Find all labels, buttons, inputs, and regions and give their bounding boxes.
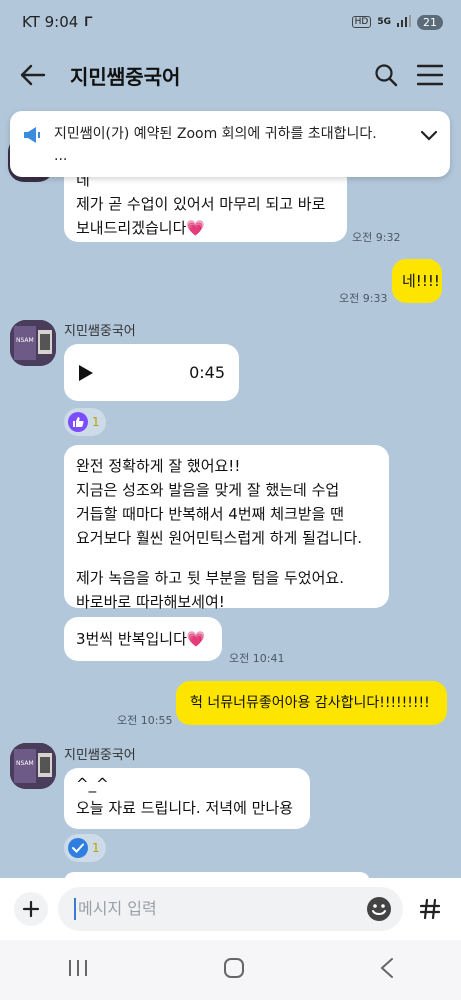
my-message-bubble[interactable]: 네!!!! xyxy=(392,259,442,303)
sender-name: 지민쌤중국어 xyxy=(64,748,136,763)
voice-duration: 0:45 xyxy=(189,362,225,382)
network-icon: 5G xyxy=(377,17,391,27)
emoji-icon[interactable] xyxy=(365,895,393,923)
menu-icon[interactable] xyxy=(413,58,447,92)
reaction-badge[interactable]: 1 xyxy=(64,834,106,862)
avatar[interactable]: NSAM xyxy=(10,743,56,789)
search-icon[interactable] xyxy=(369,58,403,92)
message-bubble[interactable]: 3번씩 반복입니다💗 xyxy=(64,617,222,661)
notice-text: 지민쌤이(가) 예약된 Zoom 회의에 귀하를 초대합니다. ... xyxy=(54,123,420,167)
notice-message: 지민쌤이(가) 예약된 Zoom 회의에 귀하를 초대합니다. xyxy=(54,126,377,142)
reaction-count: 1 xyxy=(92,841,100,855)
message-line: 오늘 자료 드립니다. 저녁에 만나용 xyxy=(76,799,294,817)
plus-icon[interactable] xyxy=(14,892,48,926)
message-input-placeholder: 메시지 입력 xyxy=(74,898,365,920)
status-time: KT 9:04 xyxy=(22,13,79,31)
message-line: 거듭할 때마다 반복해서 4번째 체크받을 땐 xyxy=(76,505,344,523)
megaphone-icon xyxy=(22,125,42,149)
voice-message[interactable]: 0:45 xyxy=(64,344,239,401)
message-text: 네!!!! xyxy=(402,272,440,290)
message-line: 제가 녹음을 하고 뒷 부분을 텀을 두었어요. xyxy=(76,569,344,587)
message-time: 오전 10:41 xyxy=(229,652,285,665)
message-line: 바로바로 따라해보세여! xyxy=(76,593,225,611)
message-bubble[interactable]: 완전 정확하게 잘 했어요!! 지금은 성조와 발음을 맞게 잘 했는데 수업 … xyxy=(64,445,389,611)
home-icon[interactable] xyxy=(222,956,246,984)
notice-ellipsis: ... xyxy=(54,148,68,164)
avatar[interactable]: NSAM xyxy=(10,320,56,366)
notice-banner[interactable]: 지민쌤이(가) 예약된 Zoom 회의에 귀하를 초대합니다. ... xyxy=(10,111,450,177)
sender-name: 지민쌤중국어 xyxy=(64,324,136,339)
message-input-bar: 메시지 입력 xyxy=(0,878,461,940)
message-time: 오전 10:55 xyxy=(117,714,173,727)
svg-text:NSAM: NSAM xyxy=(16,760,34,767)
message-text: 헉 너뮤너뮤좋어아용 감사합니다!!!!!!!!! xyxy=(190,695,430,711)
status-right: HD 5G 21 xyxy=(351,14,443,30)
message-line: 완전 정확하게 잘 했어요!! xyxy=(76,457,241,475)
message-time: 오전 9:33 xyxy=(339,292,388,305)
svg-text:NSAM: NSAM xyxy=(16,337,34,344)
message-line: ^_^ xyxy=(76,775,109,793)
check-icon xyxy=(68,838,88,858)
reaction-badge[interactable]: 1 xyxy=(64,408,106,436)
reaction-count: 1 xyxy=(92,415,100,429)
my-message-bubble[interactable]: 헉 너뮤너뮤좋어아용 감사합니다!!!!!!!!! xyxy=(176,681,447,725)
message-bubble[interactable]: ^_^ 오늘 자료 드립니다. 저녁에 만나용 xyxy=(64,768,310,829)
message-input[interactable]: 메시지 입력 xyxy=(58,887,403,931)
message-line: 제가 곧 수업이 있어서 마무리 되고 바로 xyxy=(76,195,326,213)
hd-icon: HD xyxy=(351,16,372,28)
recent-apps-icon[interactable] xyxy=(67,958,89,982)
back-icon[interactable] xyxy=(379,957,395,983)
chat-title: 지민쌤중국어 xyxy=(70,64,181,89)
hash-icon[interactable] xyxy=(413,892,447,926)
message-text: 3번씩 반복입니다💗 xyxy=(76,630,206,648)
message-line: 지금은 성조와 발음을 맞게 잘 했는데 수업 xyxy=(76,481,340,499)
back-arrow-icon[interactable] xyxy=(20,61,48,89)
signal-icon xyxy=(397,14,411,30)
battery-indicator: 21 xyxy=(417,14,443,30)
chevron-down-icon[interactable] xyxy=(420,127,438,146)
chat-header: 지민쌤중국어 xyxy=(0,44,461,106)
notification-icon: 𝚪 xyxy=(84,14,93,30)
thumbs-up-icon xyxy=(68,412,88,432)
message-line: 보내드리겠습니다💗 xyxy=(76,219,206,237)
message-line: 요거보다 훨씬 원어민틱스럽게 하게 될겁니다. xyxy=(76,529,363,547)
status-left: KT 9:04 𝚪 xyxy=(22,13,93,31)
message-time: 오전 9:32 xyxy=(352,231,401,244)
play-icon[interactable] xyxy=(78,362,100,384)
system-nav-bar xyxy=(0,940,461,1000)
status-bar: KT 9:04 𝚪 HD 5G 21 xyxy=(0,0,461,44)
